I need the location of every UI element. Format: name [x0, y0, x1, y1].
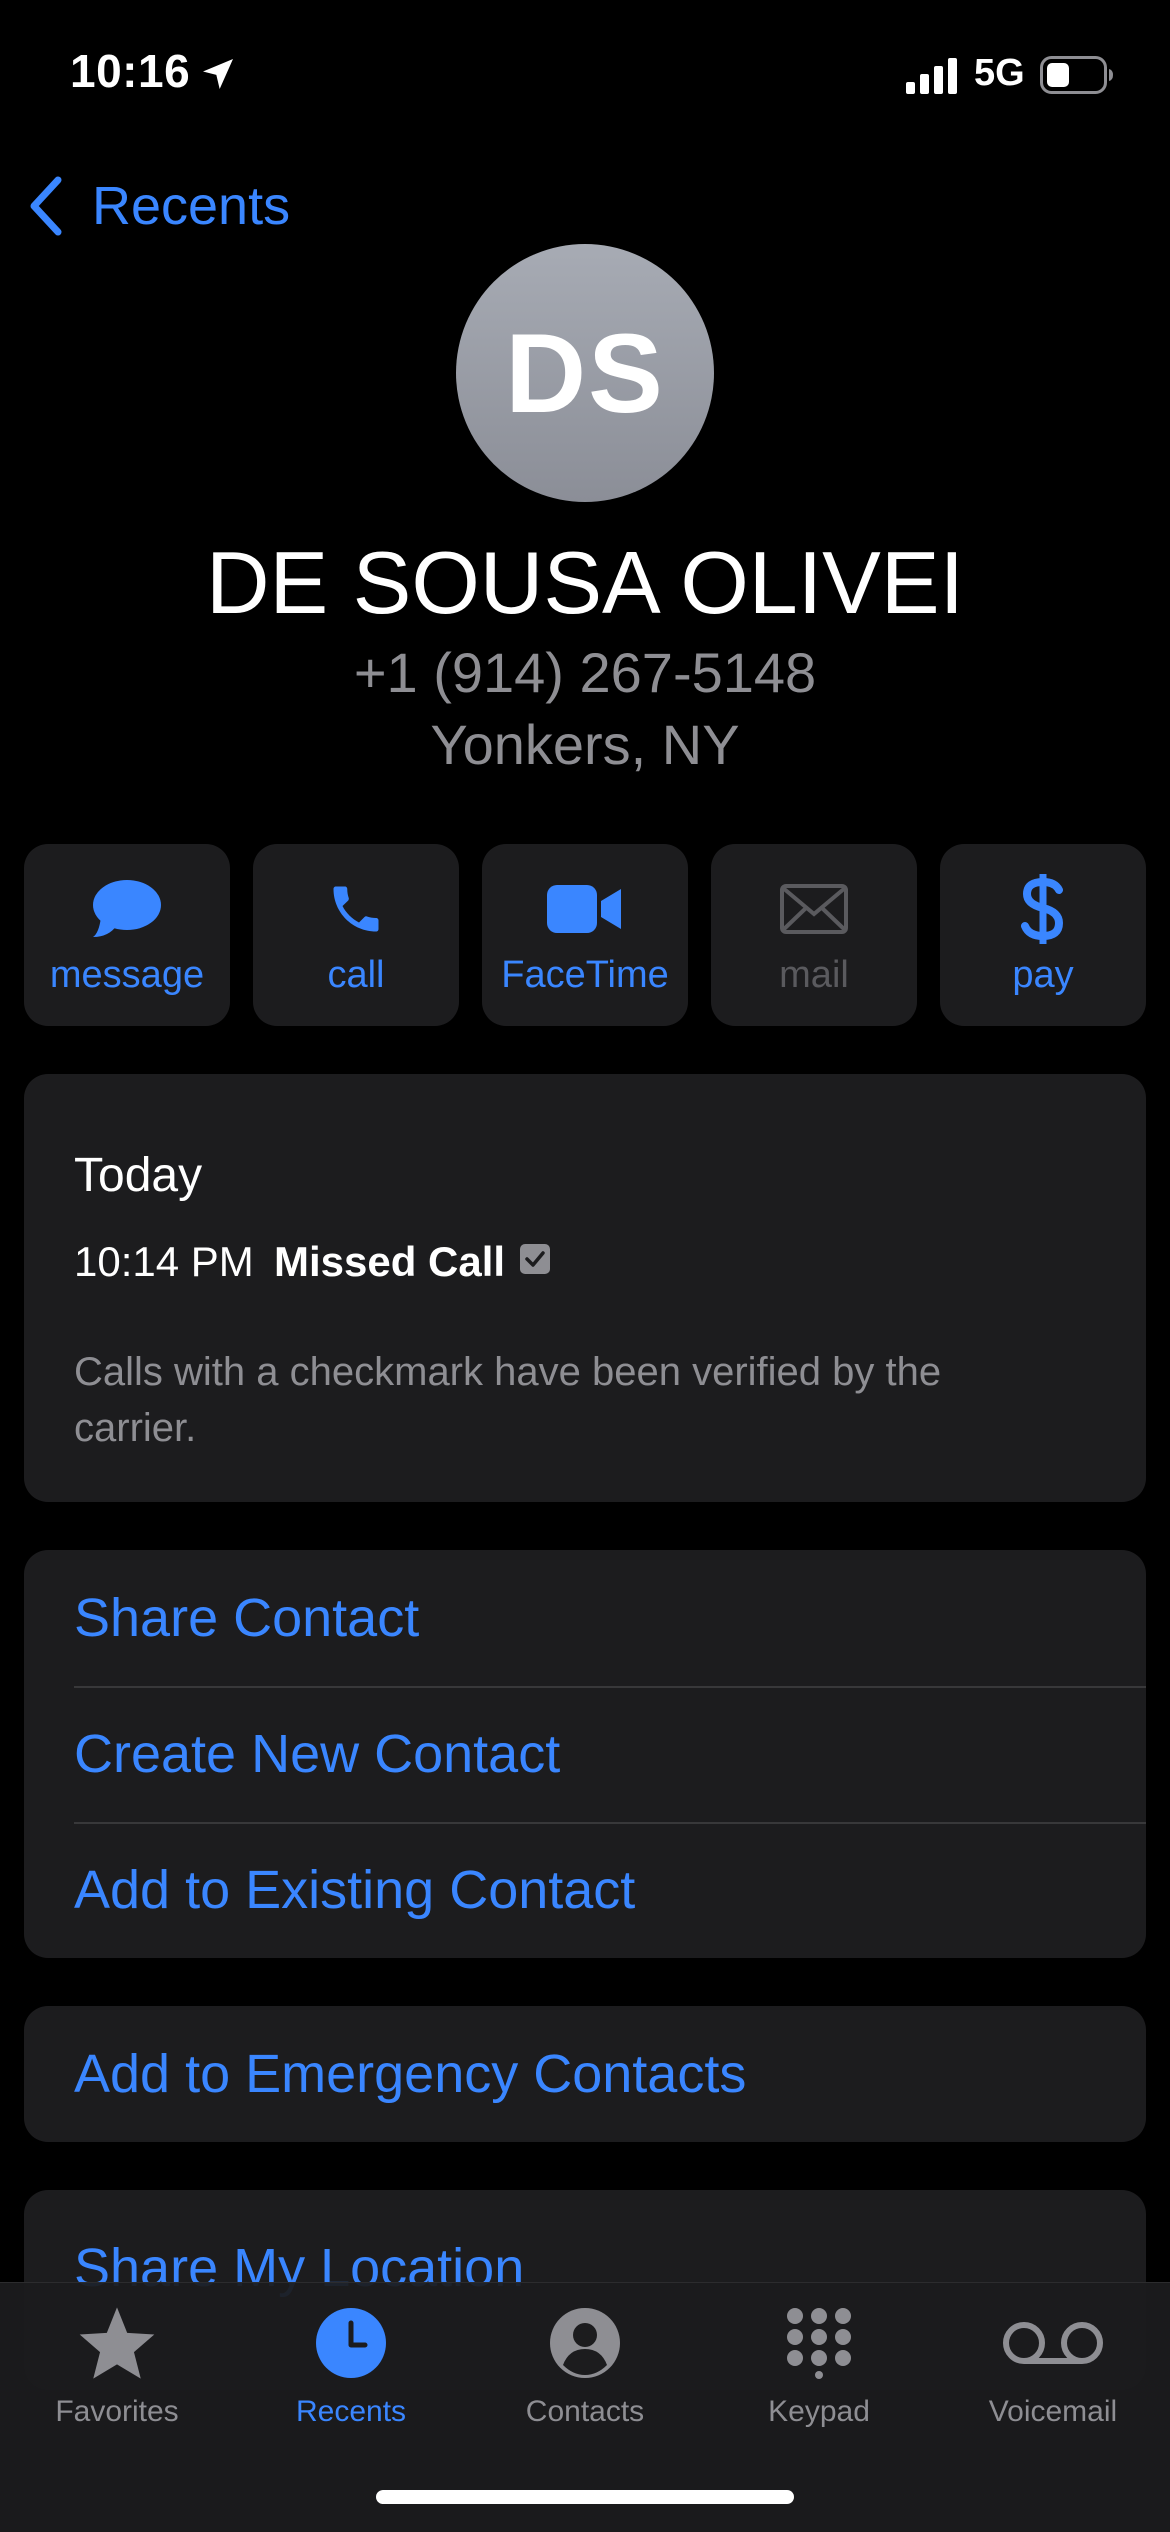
phone-icon	[333, 886, 379, 932]
avatar: DS	[456, 244, 714, 502]
tab-keypad[interactable]: Keypad	[702, 2283, 936, 2463]
contact-number: +1 (914) 267-5148	[353, 641, 817, 704]
mail-button[interactable]: mail	[711, 844, 917, 1026]
pay-button[interactable]: pay	[940, 844, 1146, 1026]
message-label: message	[49, 954, 205, 996]
message-bubble-icon	[93, 880, 161, 937]
tab-voicemail-label: Voicemail	[988, 2395, 1118, 2428]
contact-location: Yonkers, NY	[430, 713, 740, 776]
back-label: Recents	[92, 176, 291, 236]
tab-keypad-label: Keypad	[768, 2395, 870, 2428]
pay-label: pay	[1012, 954, 1074, 996]
network-label: 5G	[974, 52, 1025, 94]
status-bar: 10:16 5G	[0, 0, 1170, 150]
call-label: call	[327, 954, 385, 996]
chevron-left-icon	[30, 176, 62, 236]
history-call-type: Missed Call	[274, 1238, 506, 1285]
tab-favorites-label: Favorites	[55, 2395, 179, 2428]
star-icon	[79, 2307, 155, 2379]
verification-note: Calls with a checkmark have been verifie…	[74, 1350, 942, 1450]
tab-favorites[interactable]: Favorites	[0, 2283, 234, 2463]
voicemail-icon	[1003, 2322, 1103, 2364]
facetime-label: FaceTime	[501, 954, 669, 996]
contact-options-card: Share Contact Create New Contact Add to …	[24, 1550, 1146, 1958]
back-button[interactable]: Recents	[26, 170, 290, 242]
mail-label: mail	[779, 954, 849, 996]
call-button[interactable]: call	[253, 844, 459, 1026]
status-time: 10:16	[70, 45, 191, 97]
message-button[interactable]: message	[24, 844, 230, 1026]
checkmark-box-icon	[520, 1244, 550, 1274]
tab-contacts[interactable]: Contacts	[468, 2283, 702, 2463]
action-buttons: message call FaceTime mail pay	[24, 844, 1146, 1026]
facetime-button[interactable]: FaceTime	[482, 844, 688, 1026]
call-history-card: Today 10:14 PM Missed Call Calls with a …	[24, 1074, 1146, 1502]
history-time: 10:14 PM	[74, 1238, 254, 1285]
envelope-icon	[780, 884, 848, 934]
home-indicator[interactable]	[376, 2490, 794, 2504]
location-arrow-icon	[203, 59, 233, 89]
avatar-initials: DS	[505, 310, 665, 436]
share-contact-button[interactable]: Share Contact	[74, 1550, 1146, 1686]
battery-icon	[1040, 56, 1113, 94]
clock-icon	[316, 2308, 386, 2378]
history-day: Today	[74, 1149, 203, 1202]
create-new-contact-button[interactable]: Create New Contact	[74, 1686, 1146, 1822]
add-to-existing-contact-button[interactable]: Add to Existing Contact	[74, 1822, 1146, 1958]
tab-voicemail[interactable]: Voicemail	[936, 2283, 1170, 2463]
tab-contacts-label: Contacts	[525, 2395, 645, 2428]
person-circle-icon	[550, 2308, 620, 2378]
emergency-card: Add to Emergency Contacts	[24, 2006, 1146, 2142]
tab-recents[interactable]: Recents	[234, 2283, 468, 2463]
add-to-emergency-contacts-button[interactable]: Add to Emergency Contacts	[74, 2006, 746, 2142]
dollar-icon	[1021, 874, 1064, 944]
contact-name: DE SOUSA OLIVEI	[205, 533, 965, 632]
tab-recents-label: Recents	[295, 2395, 407, 2428]
keypad-icon	[787, 2308, 851, 2379]
signal-bars-icon	[906, 58, 957, 94]
video-camera-icon	[547, 885, 621, 933]
